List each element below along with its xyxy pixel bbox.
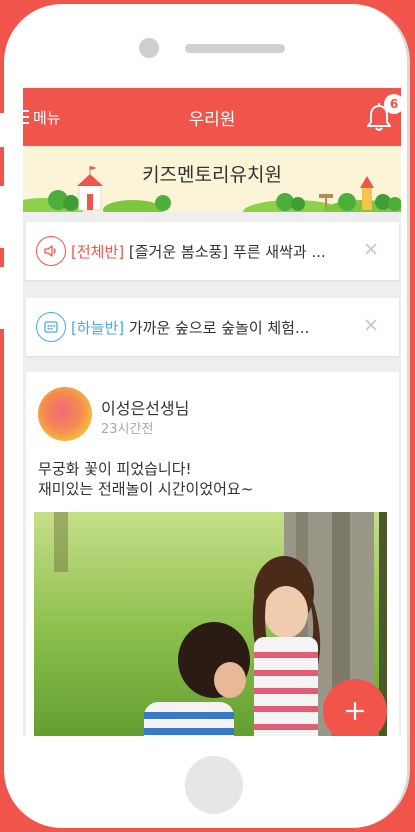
phone-speaker <box>185 44 285 53</box>
school-name: 키즈멘토리유치원 <box>142 164 282 186</box>
avatar[interactable] <box>38 387 92 441</box>
post-time: 23시간전 <box>101 422 154 437</box>
page-title: 우리원 <box>188 110 236 130</box>
notice-text-2: [하늘반] 가까운 숲으로 숲놀이 체험... <box>71 317 309 338</box>
add-post-button[interactable] <box>323 679 387 736</box>
notice-tag-1: [전체반] <box>71 243 125 261</box>
post-body: 무궁화 꽃이 피었습니다! 재미있는 전래놀이 시간이었어요~ <box>38 459 253 499</box>
speaker-icon <box>36 236 66 266</box>
notice-item-1[interactable]: [전체반] [즐거운 봄소풍] 푸른 새싹과 ... <box>26 222 399 280</box>
phone-camera <box>139 38 159 58</box>
notification-badge: 6 <box>384 94 401 114</box>
app-screen: 메뉴 우리원 6 키즈멘토리유치원 [전체반] [즐거운 봄소풍] 푸른 새싹과… <box>23 88 401 736</box>
notice-body-2: 가까운 숲으로 숲놀이 체험... <box>124 319 310 337</box>
post-line-1: 무궁화 꽃이 피었습니다! <box>38 460 192 478</box>
close-icon[interactable] <box>363 241 379 257</box>
post-author: 이성은선생님 <box>101 399 190 418</box>
notice-body-1: [즐거운 봄소풍] 푸른 새싹과 ... <box>124 243 326 261</box>
notice-tag-2: [하늘반] <box>71 319 125 337</box>
calendar-icon <box>36 312 66 342</box>
phone-home-button <box>185 756 243 814</box>
post-line-2: 재미있는 전래놀이 시간이었어요~ <box>38 480 254 498</box>
notice-item-2[interactable]: [하늘반] 가까운 숲으로 숲놀이 체험... <box>26 298 399 356</box>
school-banner: 키즈멘토리유치원 <box>23 146 401 212</box>
top-bar: 메뉴 우리원 6 <box>23 88 401 146</box>
notice-text-1: [전체반] [즐거운 봄소풍] 푸른 새싹과 ... <box>71 241 326 262</box>
plus-icon <box>346 702 364 720</box>
close-icon[interactable] <box>363 317 379 333</box>
phone-frame: 메뉴 우리원 6 키즈멘토리유치원 [전체반] [즐거운 봄소풍] 푸른 새싹과… <box>4 4 410 828</box>
